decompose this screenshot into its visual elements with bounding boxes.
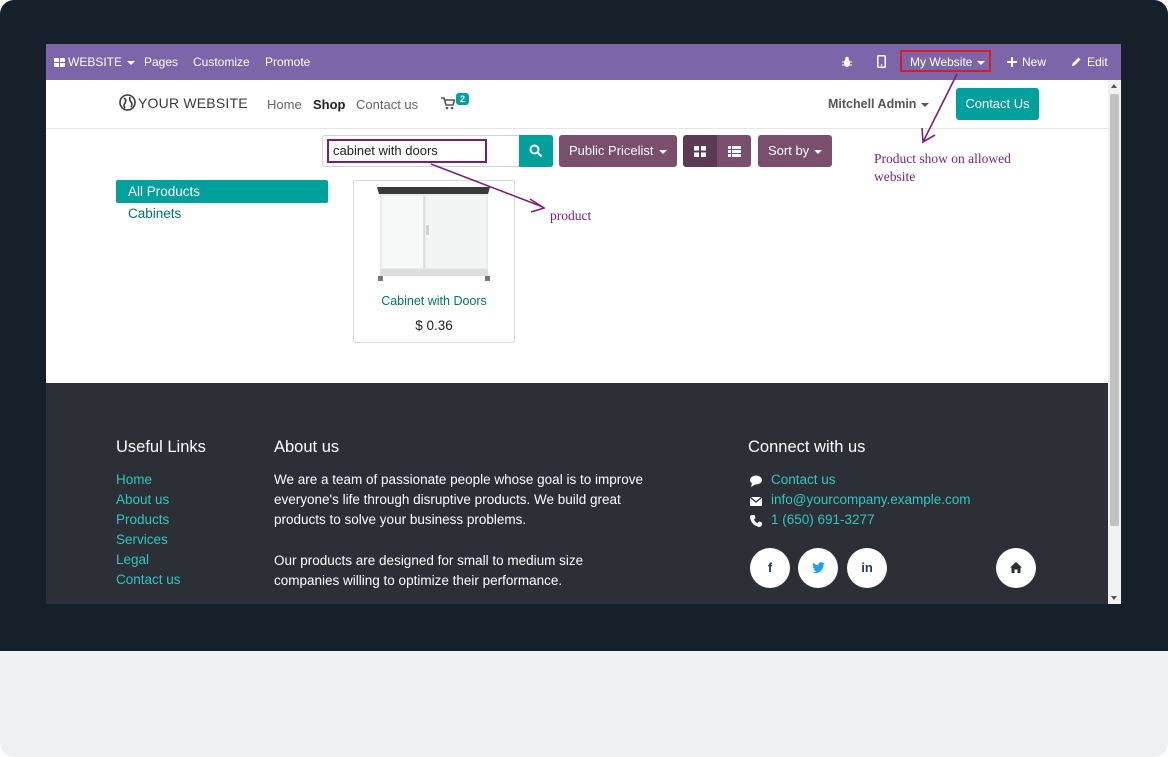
page-scrollbar[interactable] bbox=[1108, 80, 1121, 604]
plus-icon bbox=[1007, 57, 1017, 67]
category-cabinets[interactable]: Cabinets bbox=[128, 206, 181, 221]
monitor-chin bbox=[0, 651, 1168, 757]
connect-phone[interactable]: 1 (650) 691-3277 bbox=[771, 512, 875, 527]
home-icon[interactable] bbox=[996, 548, 1036, 588]
footer-link-contact[interactable]: Contact us bbox=[116, 572, 181, 587]
scroll-thumb[interactable] bbox=[1110, 94, 1119, 526]
cart-count-badge: 2 bbox=[456, 93, 470, 105]
annotation-website-line1: Product show on allowed bbox=[874, 151, 1011, 166]
about-line: everyone's life through disruptive produ… bbox=[274, 492, 621, 507]
about-line: Our products are designed for small to m… bbox=[274, 553, 584, 568]
cart-icon bbox=[441, 97, 456, 110]
linkedin-icon[interactable]: in bbox=[847, 548, 887, 588]
site-header: YOUR WEBSITE Home Shop Contact us 2 Mitc… bbox=[46, 80, 1108, 129]
phone-icon bbox=[750, 515, 762, 527]
pricelist-dropdown[interactable]: Public Pricelist bbox=[559, 135, 677, 167]
edit-button[interactable]: Edit bbox=[1071, 44, 1108, 80]
list-view-toggle[interactable] bbox=[717, 135, 751, 167]
logo-text: YOUR WEBSITE bbox=[138, 95, 248, 111]
odoo-topbar: WEBSITE Pages Customize Promote My Websi… bbox=[46, 44, 1121, 80]
pencil-icon bbox=[1072, 57, 1081, 66]
grid-view-toggle[interactable] bbox=[683, 135, 717, 167]
site-logo[interactable]: YOUR WEBSITE bbox=[119, 94, 248, 111]
nav-contact[interactable]: Contact us bbox=[356, 97, 418, 112]
debug-bug-icon[interactable] bbox=[841, 44, 853, 80]
chevron-down-icon bbox=[658, 149, 667, 154]
nav-home[interactable]: Home bbox=[267, 97, 302, 112]
my-website-switcher[interactable]: My Website bbox=[910, 44, 986, 80]
about-line: We are a team of passionate people whose… bbox=[274, 472, 643, 487]
browser-screen: WEBSITE Pages Customize Promote My Websi… bbox=[46, 44, 1121, 604]
product-card[interactable]: Cabinet with Doors $ 0.36 bbox=[353, 180, 515, 343]
search-icon bbox=[529, 144, 543, 158]
about-line: companies willing to optimize their perf… bbox=[274, 573, 563, 588]
footer-link-legal[interactable]: Legal bbox=[116, 552, 149, 567]
website-menu[interactable]: WEBSITE bbox=[54, 44, 136, 80]
category-all-products[interactable]: All Products bbox=[116, 180, 328, 203]
cabinet-product-image bbox=[377, 187, 490, 281]
footer-link-services[interactable]: Services bbox=[116, 532, 168, 547]
pages-menu[interactable]: Pages bbox=[144, 44, 178, 80]
annotation-website-line2: website bbox=[874, 169, 916, 184]
facebook-icon[interactable]: f bbox=[750, 548, 790, 588]
scroll-up-arrow-icon[interactable] bbox=[1111, 84, 1117, 88]
comment-icon bbox=[750, 475, 762, 487]
chevron-down-icon bbox=[814, 149, 823, 154]
chevron-down-icon bbox=[977, 60, 986, 65]
chevron-down-icon bbox=[127, 60, 136, 65]
website-menu-label: WEBSITE bbox=[68, 55, 123, 69]
user-menu[interactable]: Mitchell Admin bbox=[828, 97, 930, 111]
site-footer: Useful Links Home About us Products Serv… bbox=[46, 383, 1108, 604]
envelope-icon bbox=[749, 496, 763, 506]
chevron-down-icon bbox=[921, 102, 930, 107]
contact-us-button[interactable]: Contact Us bbox=[956, 88, 1039, 120]
my-website-label: My Website bbox=[910, 55, 973, 69]
about-paragraph-1: We are a team of passionate people whose… bbox=[274, 470, 643, 530]
nav-shop[interactable]: Shop bbox=[313, 97, 346, 112]
product-name[interactable]: Cabinet with Doors bbox=[354, 294, 514, 308]
footer-link-home[interactable]: Home bbox=[116, 472, 152, 487]
connect-contact-us[interactable]: Contact us bbox=[771, 472, 836, 487]
search-input-value[interactable]: cabinet with doors bbox=[327, 139, 487, 163]
apps-grid-icon bbox=[54, 58, 65, 67]
about-paragraph-2: Our products are designed for small to m… bbox=[274, 551, 583, 591]
list-icon bbox=[728, 146, 741, 157]
search-button[interactable] bbox=[519, 135, 553, 167]
annotation-product: product bbox=[550, 208, 592, 223]
user-name: Mitchell Admin bbox=[828, 97, 917, 111]
new-button[interactable]: New bbox=[1007, 44, 1046, 80]
scroll-down-arrow-icon[interactable] bbox=[1111, 596, 1117, 600]
customize-menu[interactable]: Customize bbox=[193, 44, 250, 80]
new-button-label: New bbox=[1022, 55, 1047, 69]
edit-button-label: Edit bbox=[1087, 55, 1108, 69]
sort-dropdown[interactable]: Sort by bbox=[758, 135, 833, 167]
about-line: products to solve your business problems… bbox=[274, 512, 527, 527]
footer-link-products[interactable]: Products bbox=[116, 512, 169, 527]
connect-heading: Connect with us bbox=[748, 438, 866, 456]
grid-icon bbox=[694, 146, 706, 157]
about-heading: About us bbox=[274, 438, 340, 456]
footer-link-about[interactable]: About us bbox=[116, 492, 169, 507]
useful-links-heading: Useful Links bbox=[116, 438, 206, 456]
promote-menu[interactable]: Promote bbox=[265, 44, 310, 80]
connect-email[interactable]: info@yourcompany.example.com bbox=[771, 492, 971, 507]
cart-link[interactable] bbox=[441, 97, 456, 113]
twitter-icon[interactable] bbox=[798, 548, 838, 588]
mobile-preview-icon[interactable] bbox=[877, 44, 886, 80]
sort-label: Sort by bbox=[768, 143, 810, 158]
pricelist-label: Public Pricelist bbox=[569, 143, 654, 158]
globe-icon bbox=[119, 94, 136, 111]
product-price: $ 0.36 bbox=[415, 318, 453, 333]
